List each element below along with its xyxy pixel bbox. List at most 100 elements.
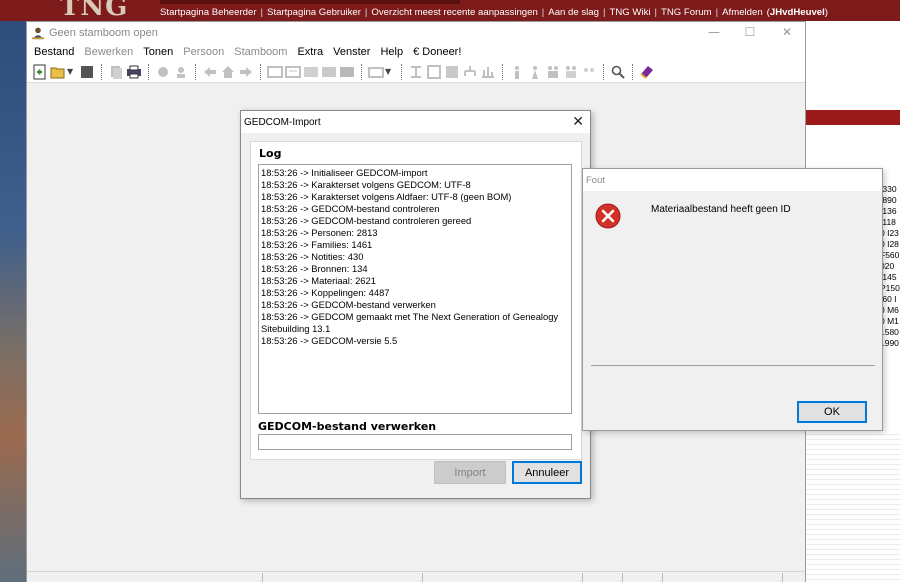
- nav-separator: |: [364, 7, 368, 18]
- family-tree-icon[interactable]: [462, 64, 478, 80]
- nav-separator: |: [715, 7, 719, 18]
- log-line: 18:53:26 -> Karakterset volgens Aldfaer:…: [261, 191, 512, 202]
- web-nav-link[interactable]: TNG Wiki: [609, 7, 650, 18]
- status-separator: [422, 573, 423, 582]
- toolbar-separator: [148, 63, 149, 80]
- menu-item-doneer[interactable]: € Doneer!: [408, 46, 466, 58]
- log-line: 18:53:26 -> Notities: 430: [261, 251, 364, 262]
- web-id-item: 0 M1: [880, 316, 899, 326]
- book-icon[interactable]: [639, 64, 655, 80]
- toolbar-separator: [603, 63, 604, 80]
- cancel-button[interactable]: Annuleer: [512, 461, 582, 484]
- toolbar-separator: [195, 63, 196, 80]
- female-icon[interactable]: [527, 64, 543, 80]
- error-icon: [595, 203, 621, 229]
- web-nav-link[interactable]: Overzicht meest recente aanpassingen: [371, 7, 537, 18]
- web-id-item: I60 I: [880, 294, 897, 304]
- web-user: (JHvdHeuvel): [766, 7, 828, 18]
- print-icon[interactable]: [126, 64, 142, 80]
- nav-separator: |: [654, 7, 658, 18]
- window-icon[interactable]: [368, 64, 384, 80]
- log-line: 18:53:26 -> Materiaal: 2621: [261, 275, 376, 286]
- toolbar-separator: [101, 63, 102, 80]
- toolbar-separator: [361, 63, 362, 80]
- nav-separator: |: [602, 7, 606, 18]
- log-line: 18:53:26 -> Personen: 2813: [261, 227, 378, 238]
- home-icon[interactable]: [220, 64, 236, 80]
- dialog-title: Fout: [586, 174, 606, 186]
- menu-item-bewerken[interactable]: Bewerken: [79, 46, 138, 58]
- web-nav-link[interactable]: Startpagina Gebruiker: [267, 7, 361, 18]
- web-id-item: I145: [880, 272, 897, 282]
- card-view-icon[interactable]: [285, 64, 301, 80]
- male-icon[interactable]: [509, 64, 525, 80]
- close-icon[interactable]: ✕: [572, 113, 584, 130]
- status-bar: [27, 571, 805, 582]
- tng-logo: TNG: [60, 0, 129, 22]
- web-nav-link[interactable]: Afmelden: [722, 7, 763, 18]
- table-view-icon[interactable]: [303, 64, 319, 80]
- chevron-down-icon[interactable]: ▼: [67, 67, 75, 76]
- family-icon[interactable]: [563, 64, 579, 80]
- person-icon: [31, 27, 45, 39]
- web-nav-link[interactable]: Startpagina Beheerder: [160, 7, 257, 18]
- grid-view-icon[interactable]: [267, 64, 283, 80]
- menu-item-tonen[interactable]: Tonen: [138, 46, 178, 58]
- person-search-icon[interactable]: [155, 64, 171, 80]
- report-view-icon[interactable]: [339, 64, 355, 80]
- new-file-icon[interactable]: [32, 64, 48, 80]
- dialog-title-bar: Fout: [583, 169, 882, 191]
- toolbar-separator: [260, 63, 261, 80]
- log-line: 18:53:26 -> GEDCOM gemaakt met The Next …: [261, 311, 561, 334]
- web-id-item: 1990: [880, 338, 899, 348]
- maximize-button[interactable]: ☐: [735, 24, 765, 40]
- web-id-item: I118: [880, 217, 896, 227]
- web-id-item: F560: [880, 250, 900, 260]
- chart-icon[interactable]: [444, 64, 460, 80]
- timeline-icon[interactable]: [480, 64, 496, 80]
- list-view-icon[interactable]: [321, 64, 337, 80]
- arrow-left-icon[interactable]: [202, 64, 218, 80]
- menu-item-bestand[interactable]: Bestand: [29, 46, 79, 58]
- error-dialog: Fout Materiaalbestand heeft geen ID OK: [582, 168, 883, 431]
- menu-bar: Bestand Bewerken Tonen Persoon Stamboom Extra…: [27, 43, 805, 61]
- web-id-item: 1580: [880, 327, 899, 337]
- status-separator: [582, 573, 583, 582]
- menu-item-stamboom[interactable]: Stamboom: [229, 46, 292, 58]
- web-id-list: I330 I890 I136 I118 0 I23 0 I28 F560 020 I145 P15…: [880, 184, 900, 349]
- menu-item-venster[interactable]: Venster: [328, 46, 375, 58]
- ok-button[interactable]: OK: [797, 401, 867, 423]
- web-nav-link[interactable]: TNG Forum: [661, 7, 712, 18]
- pedigree-icon[interactable]: [408, 64, 424, 80]
- web-nav-link[interactable]: Aan de slag: [548, 7, 599, 18]
- copy-icon[interactable]: [108, 64, 124, 80]
- progress-bar: [258, 434, 572, 450]
- log-line: 18:53:26 -> Karakterset volgens GEDCOM: …: [261, 179, 471, 190]
- minimize-button[interactable]: —: [699, 24, 729, 40]
- arrow-right-icon[interactable]: [238, 64, 254, 80]
- gedcom-import-dialog: GEDCOM-Import ✕ Log 18:53:26 -> Initiali…: [240, 110, 591, 499]
- chevron-down-icon[interactable]: ▼: [385, 67, 393, 76]
- menu-item-extra[interactable]: Extra: [292, 46, 328, 58]
- save-icon[interactable]: [79, 64, 95, 80]
- web-id-item: 0 I23: [880, 228, 899, 238]
- window-title: Geen stamboom open: [49, 26, 158, 39]
- couple-icon[interactable]: [545, 64, 561, 80]
- children-icon[interactable]: [581, 64, 597, 80]
- log-textarea[interactable]: 18:53:26 -> Initialiseer GEDCOM-import 18…: [258, 164, 572, 414]
- import-button[interactable]: Import: [434, 461, 506, 484]
- descendants-icon[interactable]: [426, 64, 442, 80]
- person-edit-icon[interactable]: [173, 64, 189, 80]
- web-id-item: P150: [880, 283, 900, 293]
- web-lined-area: [806, 430, 900, 582]
- web-id-item: I890: [880, 195, 897, 205]
- web-id-item: 0 M6: [880, 305, 899, 315]
- menu-item-persoon[interactable]: Persoon: [178, 46, 229, 58]
- web-id-item: I330: [880, 184, 897, 194]
- search-icon[interactable]: [610, 64, 626, 80]
- close-button[interactable]: ✕: [772, 24, 802, 40]
- log-line: 18:53:26 -> Initialiseer GEDCOM-import: [261, 167, 428, 178]
- open-folder-icon[interactable]: [50, 64, 66, 80]
- toolbar-separator: [502, 63, 503, 80]
- menu-item-help[interactable]: Help: [375, 46, 408, 58]
